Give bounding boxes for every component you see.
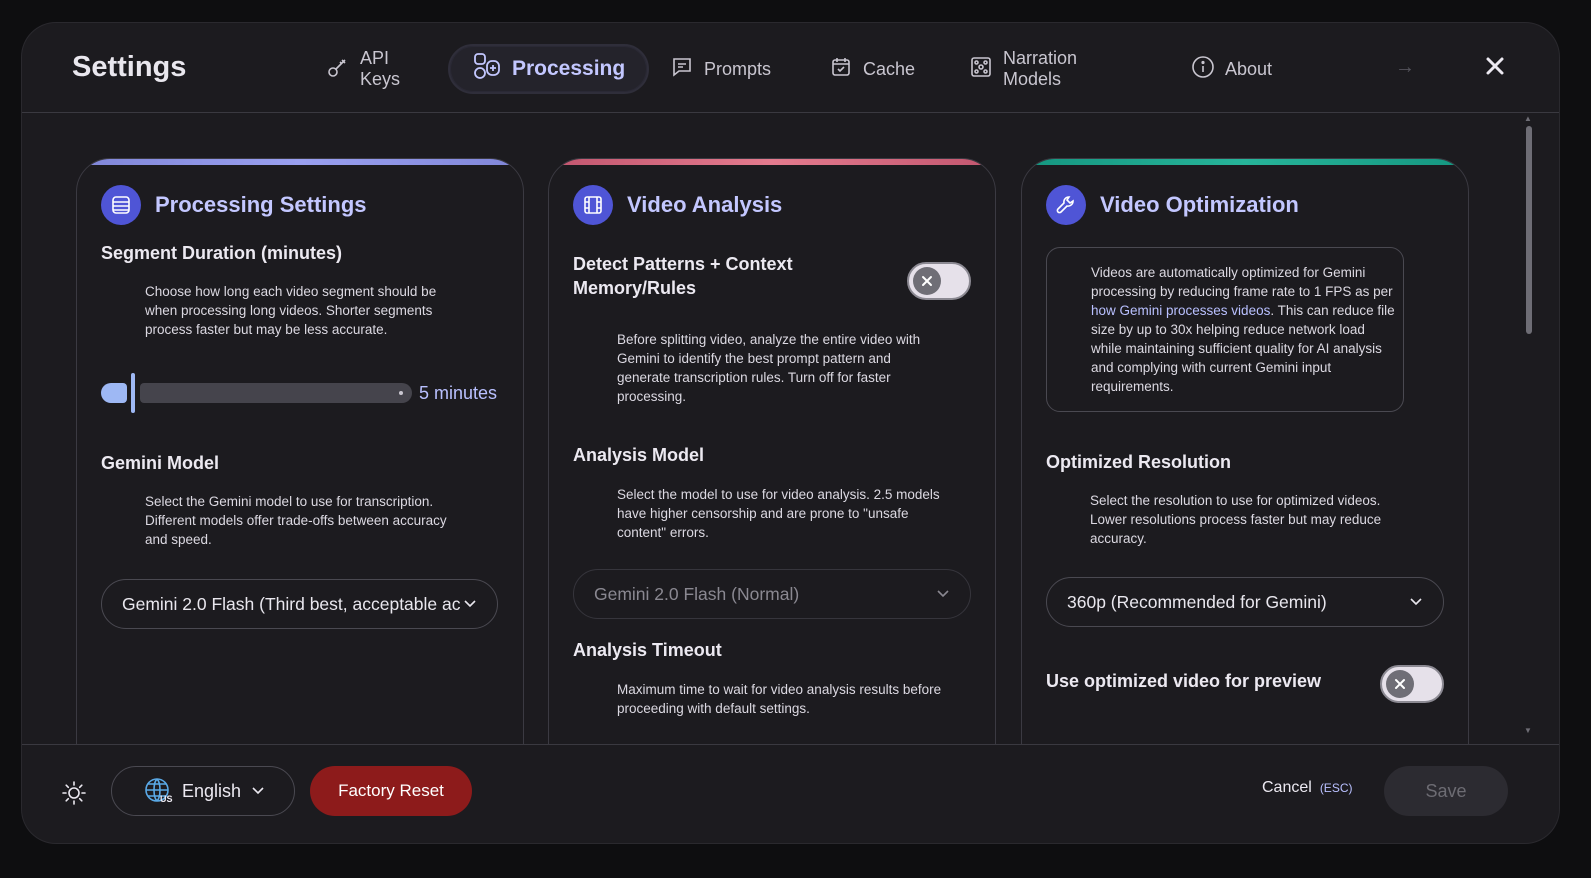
film-icon <box>573 185 613 225</box>
sun-icon <box>60 781 88 811</box>
processing-icon <box>472 51 502 87</box>
settings-modal: Settings API Keys Processing Prompts Cac… <box>22 23 1559 843</box>
chat-icon <box>670 55 694 84</box>
flag-region-label: US <box>160 794 173 804</box>
tab-api-keys[interactable]: API Keys <box>326 44 400 94</box>
language-label: English <box>182 780 242 801</box>
slider-value: 5 minutes <box>419 383 498 403</box>
cancel-label: Cancel <box>1262 779 1312 796</box>
segment-duration-label: Segment Duration (minutes) <box>101 243 343 263</box>
card-header: Video Analysis <box>573 185 782 225</box>
optimized-resolution-select[interactable]: 360p (Recommended for Gemini) <box>1046 577 1444 627</box>
tab-about[interactable]: About <box>1191 44 1272 94</box>
analysis-model-select[interactable]: Gemini 2.0 Flash (Normal) <box>573 569 971 619</box>
card-title: Video Analysis <box>627 192 783 217</box>
close-icon <box>1485 56 1505 81</box>
card-title: Video Optimization <box>1100 192 1299 217</box>
processing-settings-card: Processing Settings Segment Duration (mi… <box>76 158 524 744</box>
globe-icon: US <box>144 777 173 805</box>
slider-fill <box>101 383 127 403</box>
optimized-preview-toggle[interactable] <box>1380 665 1444 703</box>
optimization-info-text: Videos are automatically optimized for G… <box>1091 263 1396 396</box>
calendar-check-icon <box>829 55 853 84</box>
chevron-down-icon <box>936 584 950 605</box>
tab-processing[interactable]: Processing <box>448 44 650 94</box>
gemini-model-desc: Select the Gemini model to use for trans… <box>145 494 447 547</box>
tab-label: Cache <box>863 58 916 79</box>
cancel-shortcut: (ESC) <box>1319 781 1353 795</box>
tab-narration-models[interactable]: Narration Models <box>969 44 1077 94</box>
tab-label: About <box>1225 58 1273 79</box>
video-optimization-card: Video Optimization Videos are automatica… <box>1021 158 1469 744</box>
theme-toggle-button[interactable] <box>60 779 88 807</box>
analysis-model-desc: Select the model to use for video analys… <box>617 487 940 540</box>
gemini-model-select[interactable]: Gemini 2.0 Flash (Third best, acceptable… <box>101 579 498 629</box>
toggle-knob <box>1386 670 1414 698</box>
slider-handle[interactable] <box>131 373 135 413</box>
tab-label: API Keys <box>360 48 401 89</box>
card-header: Video Optimization <box>1046 185 1299 225</box>
toggle-knob <box>913 267 941 295</box>
settings-content: Processing Settings Segment Duration (mi… <box>22 114 1559 744</box>
segment-duration-slider[interactable]: 5 minutes <box>101 373 501 423</box>
chevron-down-icon <box>463 594 477 615</box>
chevron-down-icon <box>251 781 265 802</box>
info-icon <box>1191 55 1215 84</box>
settings-header: Settings API Keys Processing Prompts Cac… <box>22 23 1559 113</box>
analysis-timeout-label: Analysis Timeout <box>573 640 722 660</box>
gemini-docs-link[interactable]: how Gemini processes videos <box>1091 303 1270 318</box>
key-icon <box>326 55 350 84</box>
info-text-start: Videos are automatically optimized for G… <box>1091 265 1393 299</box>
optimized-resolution-desc: Select the resolution to use for optimiz… <box>1090 493 1382 546</box>
optimized-resolution-label: Optimized Resolution <box>1046 452 1232 472</box>
page-title: Settings <box>72 51 187 83</box>
select-value: Gemini 2.0 Flash (Third best, acceptable… <box>122 593 461 614</box>
tab-label: Narration Models <box>1003 48 1078 89</box>
chevron-down-icon <box>1409 592 1423 613</box>
optimization-info-box: Videos are automatically optimized for G… <box>1046 247 1404 412</box>
select-value: Gemini 2.0 Flash (Normal) <box>594 583 800 604</box>
settings-footer: US English Factory Reset Cancel (ESC) Sa… <box>22 744 1559 843</box>
scroll-down-icon[interactable]: ▼ <box>1524 726 1532 735</box>
segment-duration-desc: Choose how long each video segment shoul… <box>145 284 437 337</box>
tab-label: Processing <box>512 57 626 80</box>
language-selector[interactable]: US English <box>111 766 295 816</box>
cancel-button[interactable]: Cancel (ESC) <box>1262 779 1352 797</box>
factory-reset-button[interactable]: Factory Reset <box>310 766 472 816</box>
close-button[interactable] <box>1476 49 1514 87</box>
slider-track[interactable] <box>140 383 412 403</box>
analysis-model-label: Analysis Model <box>573 445 705 465</box>
card-title: Processing Settings <box>155 192 367 217</box>
optimized-preview-label: Use optimized video for preview <box>1046 671 1322 691</box>
tab-cache[interactable]: Cache <box>829 44 915 94</box>
gemini-model-label: Gemini Model <box>101 453 220 473</box>
analysis-timeout-desc: Maximum time to wait for video analysis … <box>617 682 942 716</box>
tab-label: Prompts <box>704 58 772 79</box>
list-icon <box>101 185 141 225</box>
detect-patterns-toggle[interactable] <box>907 262 971 300</box>
card-header: Processing Settings <box>101 185 367 225</box>
model-icon <box>969 55 993 84</box>
slider-end-dot <box>399 391 403 395</box>
tab-prompts[interactable]: Prompts <box>670 44 771 94</box>
wrench-icon <box>1046 185 1086 225</box>
scroll-up-icon[interactable]: ▲ <box>1524 114 1532 123</box>
arrow-right-icon[interactable]: → <box>1395 56 1415 79</box>
save-button[interactable]: Save <box>1384 766 1508 816</box>
scrollbar-thumb[interactable] <box>1526 126 1532 334</box>
select-value: 360p (Recommended for Gemini) <box>1067 591 1327 612</box>
detect-patterns-desc: Before splitting video, analyze the enti… <box>617 332 921 404</box>
video-analysis-card: Video Analysis Detect Patterns + Context… <box>548 158 996 744</box>
detect-patterns-label: Detect Patterns + Context Memory/Rules <box>573 254 793 298</box>
